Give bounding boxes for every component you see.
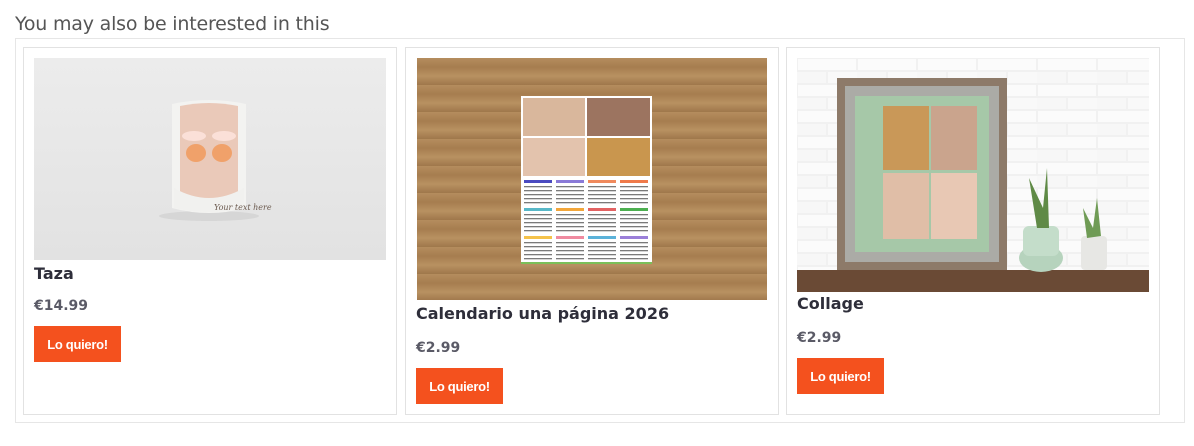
mug-product-image[interactable]: Your text here: [34, 58, 386, 260]
product-price: €2.99: [416, 340, 461, 356]
section-title: You may also be interested in this: [15, 13, 330, 35]
mug-text: Your text here: [214, 203, 272, 212]
lo-quiero-button[interactable]: Lo quiero!: [416, 368, 503, 404]
product-name[interactable]: Taza: [34, 264, 74, 283]
product-name[interactable]: Calendario una página 2026: [416, 304, 669, 323]
lo-quiero-button[interactable]: Lo quiero!: [797, 358, 884, 394]
lo-quiero-button[interactable]: Lo quiero!: [34, 326, 121, 362]
product-price: €2.99: [797, 330, 842, 346]
product-card-collage: Collage €2.99 Lo quiero!: [786, 47, 1160, 415]
product-card-calendario: Calendario una página 2026 €2.99 Lo quie…: [405, 47, 779, 415]
product-card-taza: Your text here Taza €14.99 Lo quiero!: [23, 47, 397, 415]
collage-frame-product-image[interactable]: [797, 58, 1149, 292]
product-name[interactable]: Collage: [797, 294, 864, 313]
product-price: €14.99: [34, 298, 89, 314]
calendar-product-image[interactable]: [417, 58, 767, 300]
